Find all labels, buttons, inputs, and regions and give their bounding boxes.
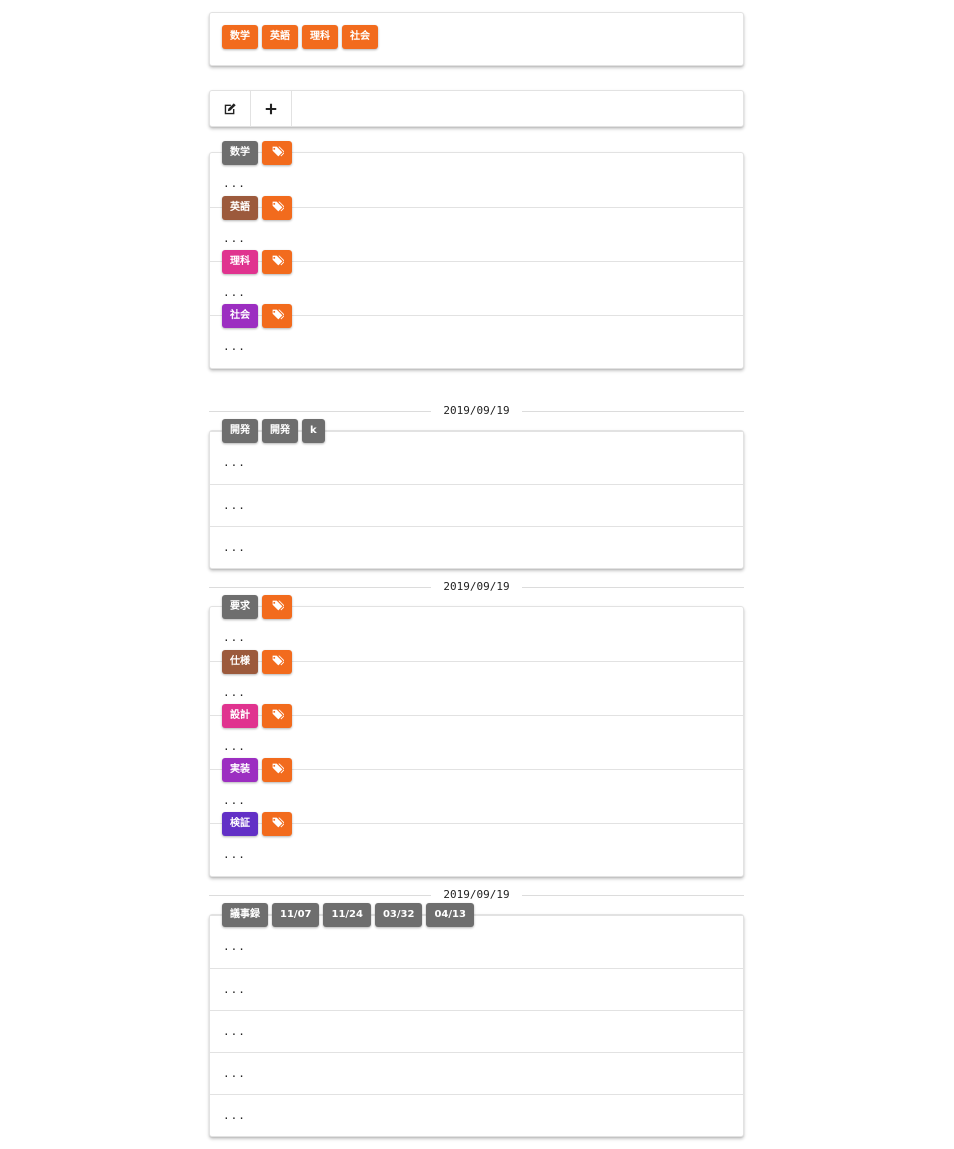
subject-text: ...	[223, 340, 246, 353]
edit-button[interactable]	[210, 91, 251, 126]
filter-tag-science[interactable]: 理科	[302, 25, 338, 49]
phase-tag[interactable]: 要求	[222, 595, 258, 619]
subjects-card: 数学 ... 英語 ... 理科 ... 社会 ...	[209, 141, 744, 369]
date-label: 2019/09/19	[443, 888, 510, 901]
toolbar	[209, 90, 744, 127]
subject-tag[interactable]: 理科	[222, 250, 258, 274]
plus-icon	[265, 103, 277, 114]
list-item[interactable]: ...	[210, 1010, 743, 1052]
date-label: 2019/09/19	[443, 404, 510, 417]
tags-icon	[271, 146, 285, 156]
date-label: 2019/09/19	[443, 580, 510, 593]
subject-text: ...	[223, 232, 246, 245]
tag-button[interactable]	[262, 650, 292, 674]
tag-button[interactable]	[262, 704, 292, 728]
tags-icon	[271, 709, 285, 719]
dev-tag[interactable]: 開発	[222, 419, 258, 443]
subject-tag[interactable]: 英語	[222, 196, 258, 220]
tags-icon	[271, 763, 285, 773]
subject-text: ...	[223, 177, 246, 190]
dev-card: 開発 開発 k ... ... ...	[209, 419, 744, 569]
item-text: ...	[223, 499, 246, 512]
phase-text: ...	[223, 740, 246, 753]
tag-button[interactable]	[262, 250, 292, 274]
minutes-tag[interactable]: 11/07	[272, 903, 320, 927]
tags-icon	[271, 600, 285, 610]
tag-button[interactable]	[262, 595, 292, 619]
item-text: ...	[223, 456, 246, 469]
tag-filter-list: 数学 英語 理科 社会	[222, 25, 382, 49]
item-text: ...	[223, 1067, 246, 1080]
phase-text: ...	[223, 686, 246, 699]
add-button[interactable]	[251, 91, 292, 126]
item-text: ...	[223, 1109, 246, 1122]
phase-text: ...	[223, 848, 246, 861]
date-divider: 2019/09/19	[209, 580, 744, 594]
tag-button[interactable]	[262, 141, 292, 165]
tag-button[interactable]	[262, 812, 292, 836]
dev-tag[interactable]: k	[302, 419, 325, 443]
phase-card: 要求 ... 仕様 ... 設計 ... 実装 ... 検証 ...	[209, 595, 744, 877]
filter-tag-english[interactable]: 英語	[262, 25, 298, 49]
list-item[interactable]: ...	[210, 968, 743, 1010]
minutes-tag[interactable]: 04/13	[426, 903, 474, 927]
list-item[interactable]: ...	[210, 1094, 743, 1136]
minutes-tag[interactable]: 03/32	[374, 903, 423, 927]
phase-section: 検証 ...	[210, 812, 743, 877]
item-text: ...	[223, 940, 246, 953]
item-text: ...	[223, 1025, 246, 1038]
subject-tag[interactable]: 社会	[222, 304, 258, 328]
tag-button[interactable]	[262, 196, 292, 220]
item-text: ...	[223, 541, 246, 554]
filter-tag-social[interactable]: 社会	[342, 25, 378, 49]
tags-icon	[271, 655, 285, 665]
edit-icon	[224, 102, 236, 114]
date-divider: 2019/09/19	[209, 404, 744, 418]
minutes-card: 議事録 11/07 11/24 03/32 04/13 ... ... ... ... …	[209, 903, 744, 1137]
date-divider: 2019/09/19	[209, 888, 744, 902]
phase-text: ...	[223, 794, 246, 807]
minutes-tag[interactable]: 議事録	[222, 903, 268, 927]
tags-icon	[271, 255, 285, 265]
list-item[interactable]: ...	[210, 1052, 743, 1094]
phase-text: ...	[223, 631, 246, 644]
list-item[interactable]: ...	[210, 484, 743, 526]
phase-tag[interactable]: 仕様	[222, 650, 258, 674]
phase-tag[interactable]: 実装	[222, 758, 258, 782]
tag-button[interactable]	[262, 304, 292, 328]
list-item[interactable]: ...	[210, 526, 743, 568]
phase-tag[interactable]: 検証	[222, 812, 258, 836]
tag-button[interactable]	[262, 758, 292, 782]
subject-section: 社会 ...	[210, 304, 743, 369]
filter-tag-math[interactable]: 数学	[222, 25, 258, 49]
phase-tag[interactable]: 設計	[222, 704, 258, 728]
dev-tag[interactable]: 開発	[262, 419, 298, 443]
tag-filter-bar: 数学 英語 理科 社会	[209, 12, 744, 66]
minutes-tag[interactable]: 11/24	[323, 903, 371, 927]
subject-tag[interactable]: 数学	[222, 141, 258, 165]
tags-icon	[271, 309, 285, 319]
subject-text: ...	[223, 286, 246, 299]
tags-icon	[271, 817, 285, 827]
item-text: ...	[223, 983, 246, 996]
tags-icon	[271, 201, 285, 211]
